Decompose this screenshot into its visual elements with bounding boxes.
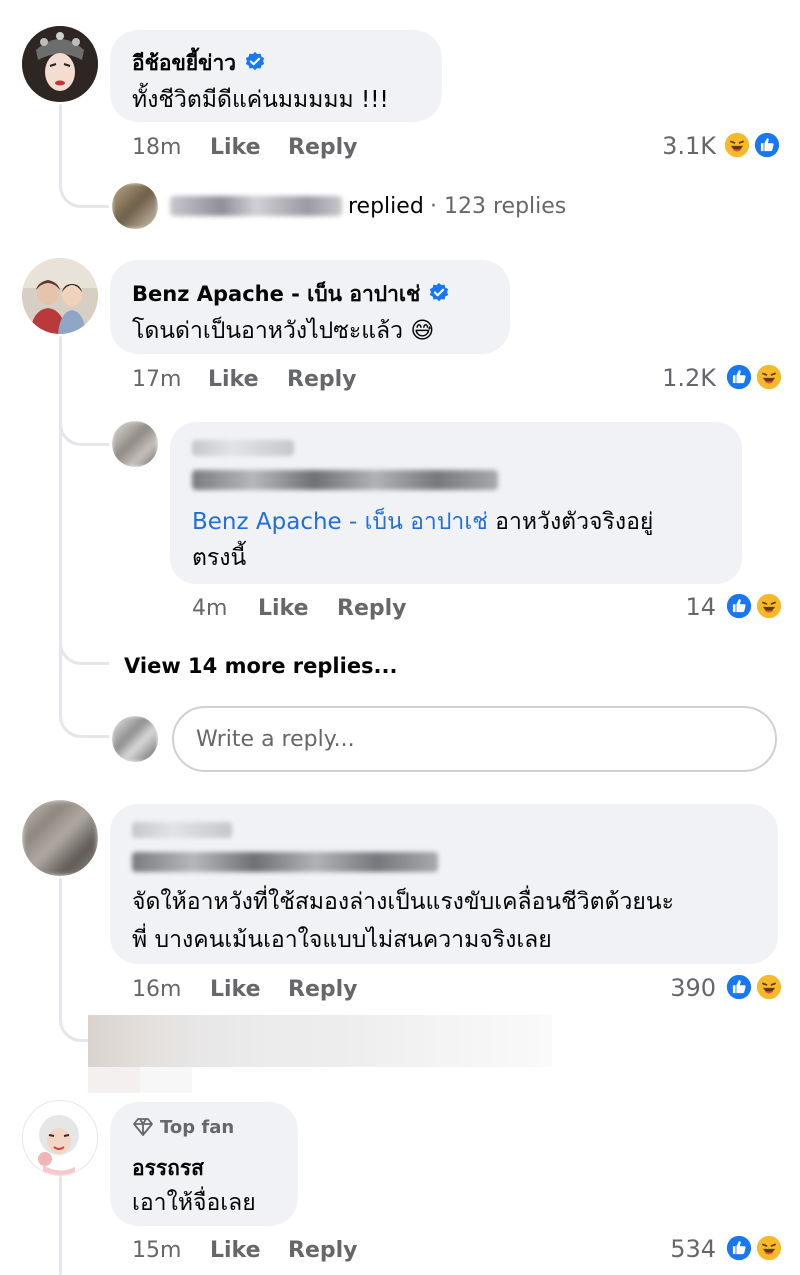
blurred-badge xyxy=(132,822,232,838)
like-icon xyxy=(752,130,782,160)
reply-text-line1: Benz Apache - เบ็น อาปาเช่ อาหวังตัวจริง… xyxy=(192,509,654,535)
like-button[interactable]: Like xyxy=(210,1238,261,1263)
like-button[interactable]: Like xyxy=(258,596,309,621)
reaction-count[interactable]: 534 xyxy=(640,1235,716,1263)
reaction-count[interactable]: 390 xyxy=(640,974,716,1002)
avatar[interactable] xyxy=(22,1100,98,1176)
reaction-count[interactable]: 1.2K xyxy=(640,364,716,392)
avatar-image xyxy=(22,258,98,334)
blurred-badge xyxy=(192,440,294,456)
like-icon xyxy=(724,362,754,392)
top-fan-badge: Top fan xyxy=(132,1117,234,1138)
blurred-reply-preview xyxy=(88,1015,552,1093)
avatar[interactable] xyxy=(112,183,158,229)
avatar[interactable] xyxy=(112,421,158,467)
thread-connector xyxy=(59,980,89,1042)
write-reply-placeholder: Write a reply... xyxy=(196,727,355,752)
avatar-image xyxy=(22,26,98,102)
mention-link[interactable]: Benz Apache - เบ็น อาปาเช่ xyxy=(192,509,488,535)
haha-icon xyxy=(754,1233,784,1263)
avatar[interactable] xyxy=(22,800,98,876)
comment-text-line2: พี่ บางคนเม้นเอาใจแบบไม่สนความจริงเลย xyxy=(132,927,552,953)
reaction-count[interactable]: 14 xyxy=(660,593,716,621)
haha-icon xyxy=(722,130,752,160)
thread-connector xyxy=(59,150,109,208)
reply-button[interactable]: Reply xyxy=(288,135,358,160)
comment-time[interactable]: 18m xyxy=(132,135,181,160)
thread-connector xyxy=(59,620,109,665)
haha-icon xyxy=(754,362,784,392)
reply-button[interactable]: Reply xyxy=(337,596,407,621)
replied-label[interactable]: replied xyxy=(348,194,424,219)
thread-connector xyxy=(59,390,109,446)
blurred-username[interactable] xyxy=(170,196,342,216)
view-more-replies-link[interactable]: View 14 more replies... xyxy=(124,654,398,678)
write-reply-input[interactable]: Write a reply... xyxy=(172,706,777,772)
diamond-icon xyxy=(133,1118,153,1136)
reply-button[interactable]: Reply xyxy=(288,1238,358,1263)
verified-badge-icon xyxy=(245,51,265,71)
like-button[interactable]: Like xyxy=(208,367,259,392)
avatar xyxy=(112,716,158,762)
comment-text: โดนด่าเป็นอาหวังไปซะแล้ว 😅 xyxy=(132,318,435,344)
like-button[interactable]: Like xyxy=(210,977,261,1002)
like-icon xyxy=(724,972,754,1002)
comment-text-line1: จัดให้อาหวังที่ใช้สมองล่างเป็นแรงขับเคลื… xyxy=(132,889,674,915)
reply-button[interactable]: Reply xyxy=(287,367,357,392)
blurred-author[interactable] xyxy=(132,852,438,872)
comment-author[interactable]: Benz Apache - เบ็น อาปาเช่ xyxy=(132,278,450,311)
reply-time[interactable]: 4m xyxy=(192,596,227,621)
blurred-author[interactable] xyxy=(192,470,498,490)
replies-count[interactable]: · 123 replies xyxy=(430,194,566,219)
thread-connector xyxy=(59,690,109,738)
avatar[interactable] xyxy=(22,258,98,334)
comment-time[interactable]: 17m xyxy=(132,367,181,392)
reply-text-line2: ตรงนี้ xyxy=(192,545,247,571)
like-icon xyxy=(724,1233,754,1263)
avatar[interactable] xyxy=(22,26,98,102)
verified-badge-icon xyxy=(430,282,449,302)
like-icon xyxy=(724,591,754,621)
thread-line xyxy=(59,1176,62,1275)
comment-text: ทั้งชีวิตมีดีแค่นมมมมม !!! xyxy=(132,87,389,113)
avatar-image xyxy=(23,1101,97,1175)
comment-text: เอาให้จื่อเลย xyxy=(132,1190,256,1216)
comment-author[interactable]: อีช้อขยี้ข่าว xyxy=(132,47,266,80)
reaction-count[interactable]: 3.1K xyxy=(640,132,716,160)
haha-icon xyxy=(754,591,784,621)
comment-author[interactable]: อรรถรส xyxy=(132,1152,204,1185)
reply-button[interactable]: Reply xyxy=(288,977,358,1002)
like-button[interactable]: Like xyxy=(210,135,261,160)
comment-time[interactable]: 15m xyxy=(132,1238,181,1263)
comment-time[interactable]: 16m xyxy=(132,977,181,1002)
haha-icon xyxy=(754,972,784,1002)
